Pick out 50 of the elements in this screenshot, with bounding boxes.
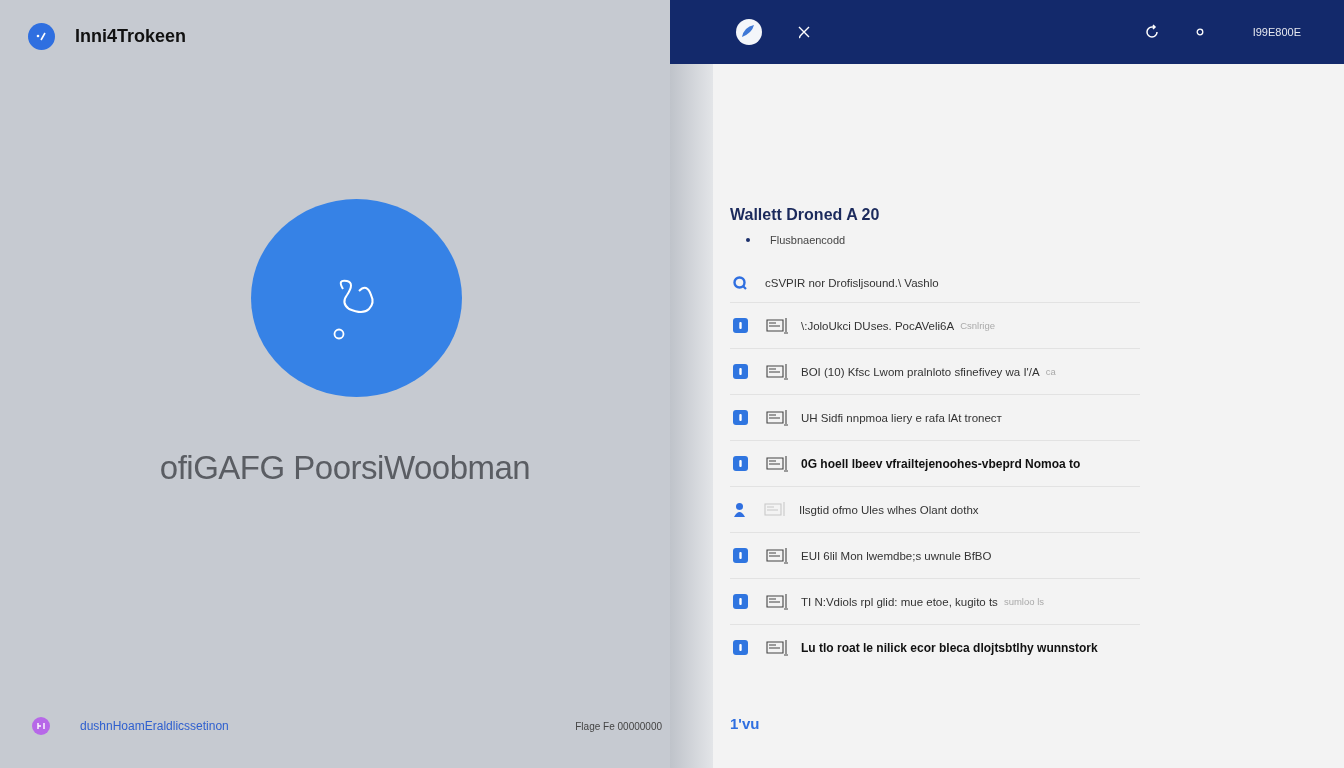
person-icon bbox=[733, 502, 746, 517]
footer-note: Flage Fe 00000000 bbox=[575, 720, 662, 732]
item-tag: Csnlrige bbox=[960, 320, 996, 331]
app-icon bbox=[733, 456, 748, 471]
bullet-icon bbox=[746, 238, 750, 242]
app-icon bbox=[733, 364, 748, 379]
item-text: \:JoloUkci DUses. PocAVeli6A bbox=[801, 319, 955, 332]
avatar-icon bbox=[32, 717, 50, 735]
wallet-subtitle: Flusbnaencodd bbox=[770, 234, 846, 246]
wallet-list-item[interactable]: 0G hoell lbeev vfrailtejenoohes-vbeprd Nomoa to bbox=[730, 440, 1140, 486]
corner-label: 1'vu bbox=[730, 715, 761, 732]
wallet-list-item[interactable]: Ilsgtid ofmo Ules wlhes Olant dothx bbox=[730, 486, 1140, 532]
app-icon bbox=[733, 640, 748, 655]
wallet-list-item[interactable]: Lu tlo roat le nilick ecor bleca dlojtsbtlhy wunnstork bbox=[730, 624, 1140, 670]
device-sketch-icon bbox=[766, 455, 791, 472]
item-text: Lu tlo roat le nilick ecor bleca dlojtsbtlhy wunnstork bbox=[801, 640, 1098, 655]
app-icon bbox=[733, 318, 748, 333]
account-id[interactable]: I99E800E bbox=[1252, 26, 1301, 38]
wallet-title: Wallett Droned A 20 bbox=[730, 206, 881, 224]
app-logo-icon[interactable] bbox=[736, 19, 762, 45]
item-text: Ilsgtid ofmo Ules wlhes Olant dothx bbox=[799, 503, 979, 516]
item-text: EUI 6lil Mon lwemdbe;s uwnule BfBO bbox=[801, 549, 992, 562]
hero-title: ofiGAFG PoorsiWoobman bbox=[159, 449, 531, 487]
device-sketch-icon bbox=[766, 547, 791, 564]
item-text: BOI (10) Kfsc Lwom pralnloto sfinefivey wa I'/A bbox=[801, 365, 1040, 378]
brand-name: Inni4Trokeen bbox=[75, 26, 187, 47]
item-text: 0G hoell lbeev vfrailtejenoohes-vbeprd Nomoa to bbox=[801, 456, 1081, 471]
item-text: cSVPIR nor Drofisljsound.\ Vashlo bbox=[765, 277, 939, 289]
search-icon bbox=[733, 276, 747, 290]
item-text: TI N:Vdiols rpl glid: mue etoe, kugito ts bbox=[801, 595, 998, 608]
app-icon bbox=[733, 410, 748, 425]
app-icon bbox=[733, 548, 748, 563]
device-sketch-icon bbox=[766, 409, 791, 426]
footer-link[interactable]: dushnHoamEraldlicssetinon bbox=[80, 719, 229, 733]
wallet-list-item[interactable]: TI N:Vdiols rpl glid: mue etoe, kugito ts sumloo ls bbox=[730, 578, 1140, 624]
logo-icon bbox=[28, 23, 55, 50]
wallet-list-item[interactable]: BOI (10) Kfsc Lwom pralnloto sfinefivey wa I'/A ca bbox=[730, 348, 1140, 394]
item-tag: ca bbox=[1045, 366, 1056, 377]
wallet-list-item[interactable]: UH Sidfi nnpmoa liery e rafa lAt troneст bbox=[730, 394, 1140, 440]
device-sketch-icon bbox=[766, 593, 791, 610]
wallet-list-item[interactable]: \:JoloUkci DUses. PocAVeli6A Csnlrige bbox=[730, 302, 1140, 348]
wallet-list-item[interactable]: EUI 6lil Mon lwemdbe;s uwnule BfBO bbox=[730, 532, 1140, 578]
wallet-list-item[interactable]: cSVPIR nor Drofisljsound.\ Vashlo bbox=[730, 272, 1140, 294]
item-text: UH Sidfi nnpmoa liery e rafa lAt troneст bbox=[801, 411, 1002, 424]
status-dot-icon bbox=[1195, 28, 1204, 36]
item-tag: sumloo ls bbox=[1003, 596, 1044, 607]
app-icon bbox=[733, 594, 748, 609]
device-sketch-icon bbox=[766, 317, 791, 334]
device-sketch-icon bbox=[766, 363, 791, 380]
device-sketch-icon bbox=[766, 639, 791, 656]
